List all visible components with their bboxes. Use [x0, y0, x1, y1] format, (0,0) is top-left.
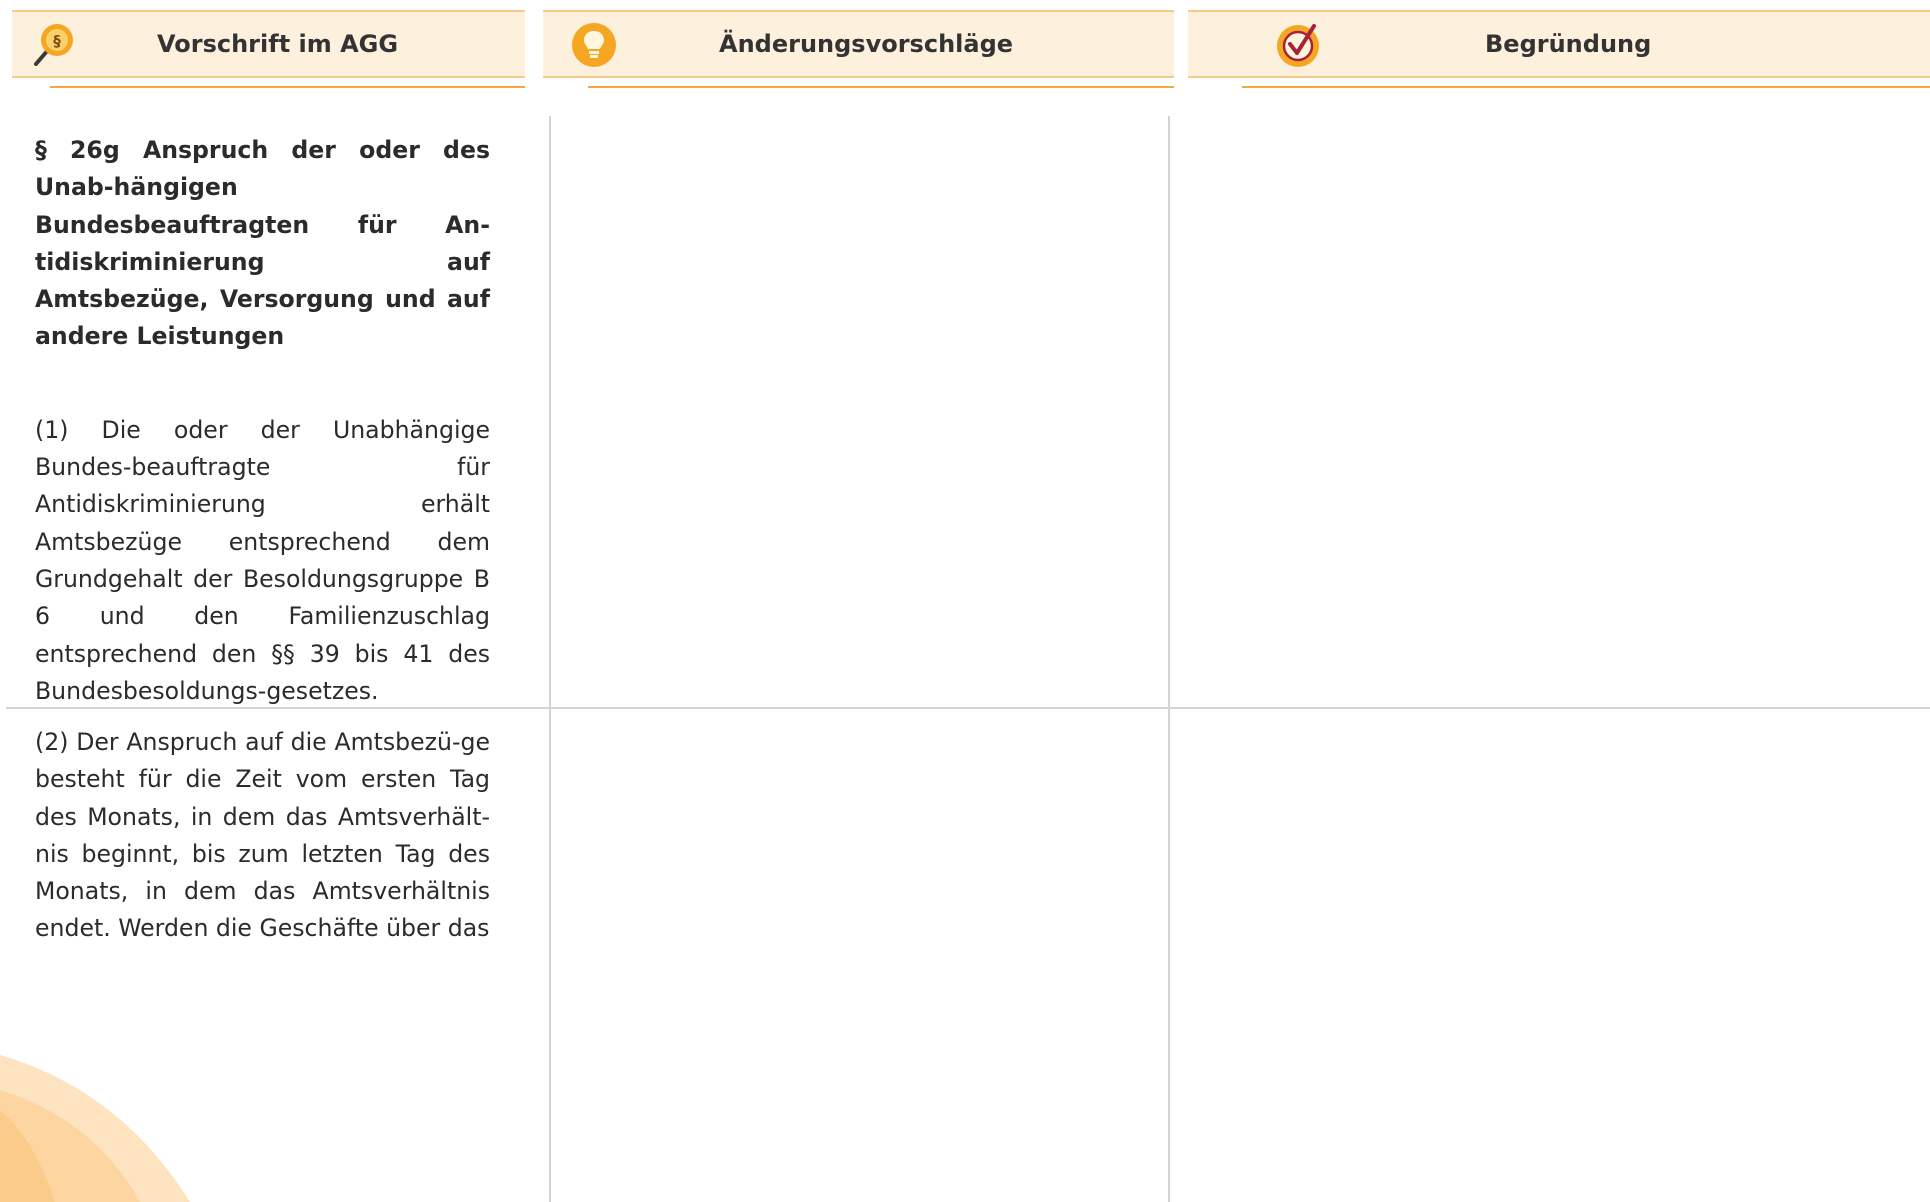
begruendung-cell-row-2	[1170, 709, 1930, 1202]
aenderungsvorschlaege-cell-row-2	[551, 709, 1168, 1202]
paragraph-heading: § 26g Anspruch der oder des Unab-hängige…	[35, 136, 490, 351]
paragraph-text: (1) Die oder der Unabhängige Bundes-beau…	[35, 415, 490, 705]
vorschrift-cell-row-2: (2) Der Anspruch auf die Amtsbezü-ge bes…	[35, 724, 490, 948]
header-column-vorschrift: § Vorschrift im AGG	[12, 10, 525, 78]
magnifier-paragraph-icon: §	[34, 24, 73, 66]
header-label-begruendung: Begründung	[1485, 30, 1652, 58]
svg-text:§: §	[53, 32, 61, 50]
header-label-vorschrift: Vorschrift im AGG	[157, 30, 399, 58]
header-column-begruendung: Begründung	[1188, 10, 1930, 78]
header-label-aenderungsvorschlaege: Änderungsvorschläge	[719, 30, 1014, 58]
header-column-aenderungsvorschlaege: Änderungsvorschläge	[543, 10, 1174, 78]
paragraph-text: (2) Der Anspruch auf die Amtsbezü-ge bes…	[35, 728, 490, 943]
vorschrift-cell-row-1: § 26g Anspruch der oder des Unab-hängige…	[35, 132, 490, 710]
begruendung-cell-row-1	[1170, 116, 1930, 707]
header-accent-line	[1242, 86, 1930, 88]
header-accent-line	[588, 86, 1174, 88]
lightbulb-icon	[572, 23, 616, 67]
checkmark-icon	[1277, 24, 1319, 67]
aenderungsvorschlaege-cell-row-1	[551, 116, 1168, 707]
header-accent-line	[50, 86, 525, 88]
